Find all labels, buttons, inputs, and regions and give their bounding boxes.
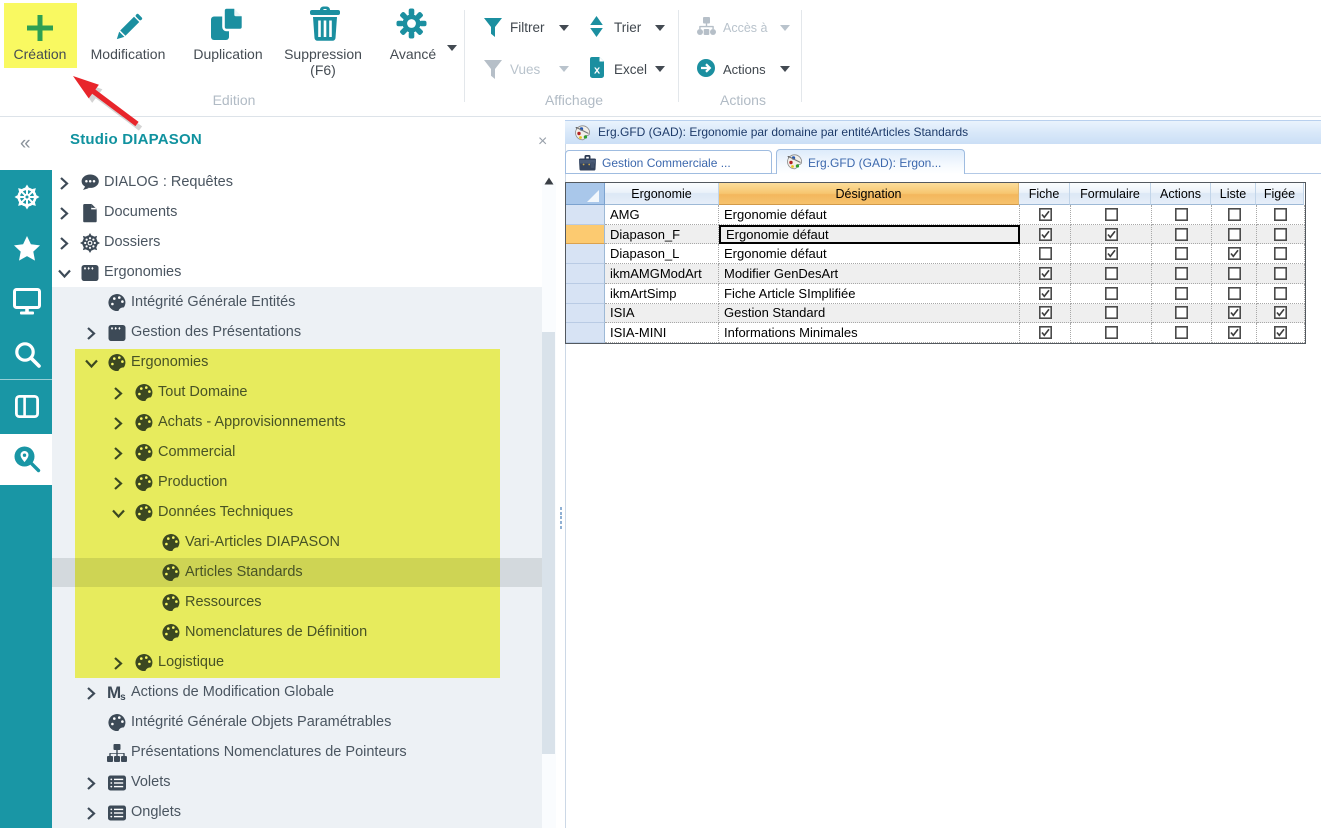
svg-text:x: x bbox=[594, 65, 601, 77]
